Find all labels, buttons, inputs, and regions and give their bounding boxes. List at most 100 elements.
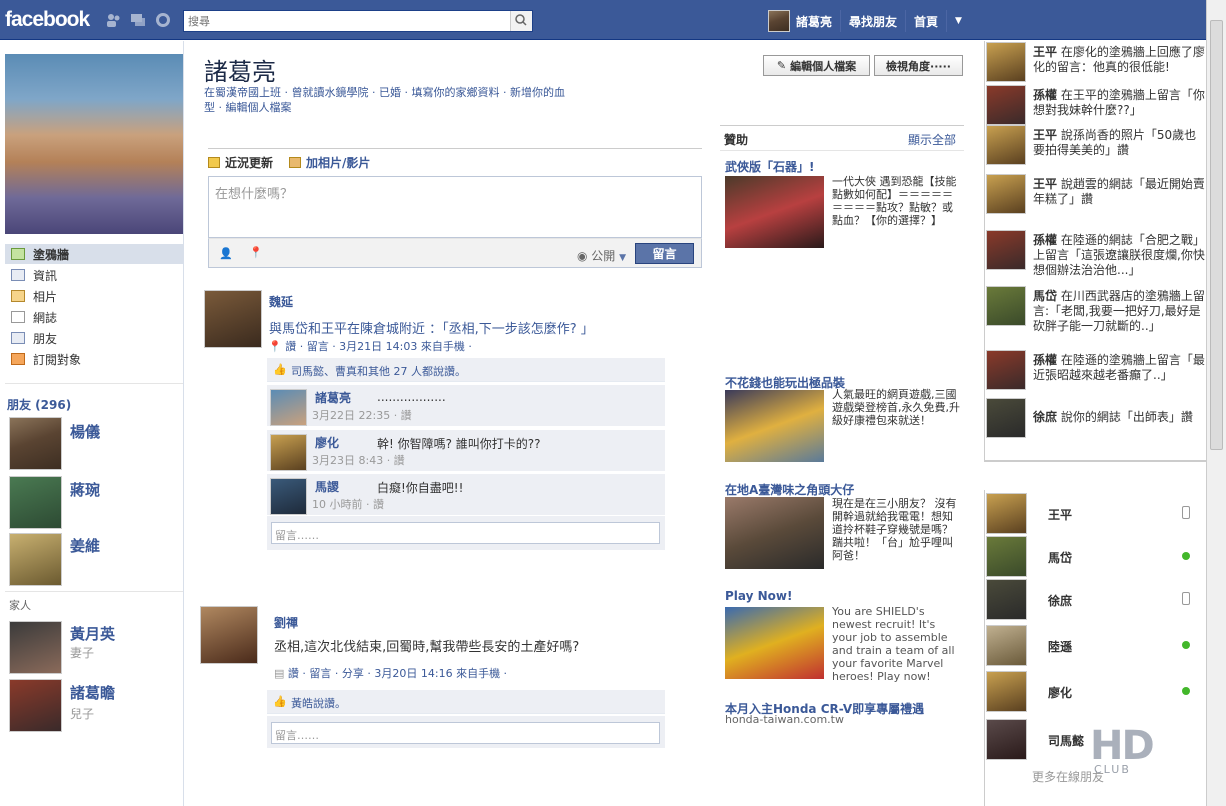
profile-picture[interactable] [5, 54, 183, 234]
account-menu-chevron-icon[interactable]: ▼ [955, 16, 962, 26]
ticker-name[interactable]: 徐庶 [1033, 410, 1057, 424]
ad-title[interactable]: Play Now! [725, 589, 792, 603]
friend-name[interactable]: 姜維 [70, 535, 100, 556]
family-avatar[interactable] [9, 679, 62, 732]
notifications-icon[interactable] [155, 12, 171, 28]
scrollbar-thumb[interactable] [1210, 20, 1223, 450]
post-button[interactable]: 留言 [635, 243, 694, 264]
friend-avatar[interactable] [9, 533, 62, 586]
chat-contact[interactable]: 陸遜 [986, 624, 1200, 666]
friend-name[interactable]: 楊儀 [70, 421, 100, 442]
post-meta-text[interactable]: 讚 · 留言 · 分享 · 3月20日 14:16 來自手機 · [288, 667, 507, 680]
post-author-name[interactable]: 劉禪 [274, 614, 298, 631]
chat-contact[interactable]: 廖化 [986, 670, 1200, 712]
ad-image[interactable] [725, 176, 824, 248]
location-icon[interactable]: 📍 [249, 246, 263, 259]
messages-icon[interactable] [130, 12, 146, 28]
ad-image[interactable] [725, 390, 824, 462]
user-avatar[interactable] [768, 10, 790, 32]
ticker-avatar[interactable] [986, 230, 1026, 270]
chat-contact[interactable]: 徐庶 [986, 578, 1200, 620]
ticker-avatar[interactable] [986, 350, 1026, 390]
tab-status[interactable]: 近況更新 [208, 154, 273, 171]
ad-title[interactable]: 武俠版「石器」! [725, 158, 814, 175]
ad-image[interactable] [725, 607, 824, 679]
comment-author[interactable]: 廖化 [315, 434, 339, 451]
search-button[interactable] [510, 11, 532, 31]
ticker-avatar[interactable] [986, 286, 1026, 326]
chat-avatar [986, 493, 1027, 534]
view-as-button[interactable]: 檢視角度····· [874, 55, 963, 76]
post-author-avatar[interactable] [200, 606, 258, 664]
ticker-avatar[interactable] [986, 125, 1026, 165]
info-line[interactable]: 型 · 編輯個人檔案 [204, 100, 664, 115]
friend-avatar[interactable] [9, 417, 62, 470]
family-avatar[interactable] [9, 621, 62, 674]
nav-item-subscriptions[interactable]: 訂閱對象 [5, 349, 183, 369]
nav-item-friends[interactable]: 朋友 [5, 328, 183, 348]
friends-section-title[interactable]: 朋友 (296) [7, 396, 71, 413]
post-author-name[interactable]: 魏延 [269, 293, 293, 310]
ticker-name[interactable]: 孫權 [1033, 88, 1057, 102]
ticker-message: 說孫尚香的照片「50歲也要拍得美美的」讚 [1033, 128, 1197, 157]
likes-text[interactable]: 司馬懿、曹真和其他 27 人都說讚。 [291, 363, 466, 379]
ticker-name[interactable]: 孫權 [1033, 233, 1057, 247]
comment-meta[interactable]: 3月22日 22:35 · 讚 [312, 407, 412, 423]
comment-avatar[interactable] [270, 478, 307, 515]
ticker-avatar[interactable] [986, 42, 1026, 82]
family-name[interactable]: 黃月英 [70, 623, 115, 644]
search-box[interactable] [183, 10, 533, 32]
facebook-logo[interactable]: facebook [5, 8, 90, 32]
chat-contact[interactable]: 王平 [986, 492, 1200, 534]
likes-text[interactable]: 黃皓說讚。 [291, 695, 346, 711]
comment-avatar[interactable] [270, 434, 307, 471]
edit-profile-button[interactable]: ✎ 編輯個人檔案 [763, 55, 870, 76]
comment-author[interactable]: 諸葛亮 [315, 389, 351, 406]
ticker-name[interactable]: 王平 [1033, 177, 1057, 191]
ad-title[interactable]: 不花錢也能玩出極品裝 [725, 374, 845, 391]
tab-photo[interactable]: 加相片/影片 [289, 154, 370, 171]
profile-link[interactable]: 諸葛亮 [796, 13, 832, 30]
search-input[interactable] [184, 11, 504, 31]
comment-meta[interactable]: 3月23日 8:43 · 讚 [312, 452, 405, 468]
ticker-name[interactable]: 王平 [1033, 128, 1057, 142]
comment-input[interactable]: 留言…… [271, 522, 660, 544]
chat-contact[interactable]: 馬岱 [986, 535, 1200, 577]
tag-friends-icon[interactable]: 👤 [219, 247, 233, 260]
ticker-text: 王平 說趙雲的網誌「最近開始賣年糕了」讚 [1033, 177, 1208, 207]
status-input[interactable]: 在想什麼嗎？ [208, 176, 702, 238]
friend-name[interactable]: 蔣琬 [70, 479, 100, 500]
see-all-link[interactable]: 顯示全部 [908, 131, 956, 148]
find-friends-link[interactable]: 尋找朋友 [849, 13, 897, 30]
ticker-name[interactable]: 馬岱 [1033, 289, 1057, 303]
family-name[interactable]: 諸葛瞻 [70, 682, 115, 703]
friend-avatar[interactable] [9, 476, 62, 529]
info-line[interactable]: 在蜀漢帝國上班 · 曾就讀水鏡學院 · 已婚 · 填寫你的家鄉資料 · 新增你的… [204, 85, 664, 100]
comment-input[interactable]: 留言…… [271, 722, 660, 744]
home-link[interactable]: 首頁 [914, 13, 938, 30]
window-scrollbar[interactable] [1206, 0, 1226, 806]
friend-requests-icon[interactable] [105, 12, 121, 28]
comment-meta[interactable]: 10 小時前 · 讚 [312, 496, 384, 512]
comment-author[interactable]: 馬謖 [315, 478, 339, 495]
nav-item-info[interactable]: 資訊 [5, 265, 183, 285]
ticker-avatar[interactable] [986, 174, 1026, 214]
ticker-name[interactable]: 孫權 [1033, 353, 1057, 367]
tab-label: 近況更新 [225, 156, 274, 170]
nav-item-photos[interactable]: 相片 [5, 286, 183, 306]
chat-avatar [986, 579, 1027, 620]
ticker-name[interactable]: 王平 [1033, 45, 1057, 59]
privacy-selector[interactable]: ◉ 公開 ▼ [577, 247, 626, 264]
comment-avatar[interactable] [270, 389, 307, 426]
like-icon: 👍 [273, 363, 287, 376]
comment-text: 白癡!你自盡吧!! [377, 481, 464, 495]
nav-item-wall[interactable]: 塗鴉牆 [5, 244, 183, 264]
nav-item-notes[interactable]: 網誌 [5, 307, 183, 327]
ad-image[interactable] [725, 497, 824, 569]
post-author-avatar[interactable] [204, 290, 262, 348]
online-dot-icon [1182, 552, 1190, 560]
ticker-avatar[interactable] [986, 85, 1026, 125]
post-meta-text[interactable]: 讚 · 留言 · 3月21日 14:03 來自手機 · [285, 340, 472, 353]
ticker-avatar[interactable] [986, 398, 1026, 438]
ad-title[interactable]: 在地A臺灣味之角頭大仔 [725, 481, 854, 498]
